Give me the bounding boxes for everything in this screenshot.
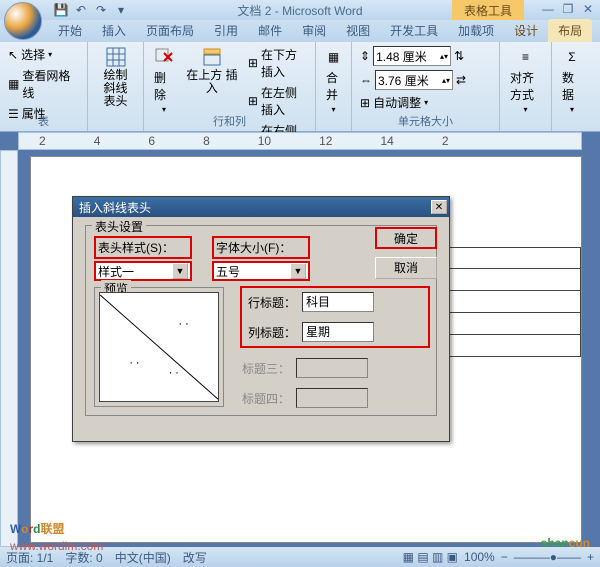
title4-input (296, 388, 368, 408)
group-table: ↖选择▾ ▦查看网格线 ☰属性 表 (0, 42, 88, 131)
group-merge: ▦ 合并▾ (316, 42, 352, 131)
tab-insert[interactable]: 插入 (92, 19, 136, 42)
svg-text:. .: . . (130, 353, 140, 367)
group-diagonal: 绘制 斜线表头 (88, 42, 144, 131)
watermark-url: www.wordlm.com (10, 539, 103, 553)
dropdown-icon[interactable]: ▼ (172, 263, 188, 279)
row-height-input[interactable]: 1.48 厘米▴▾ (373, 46, 451, 66)
dialog-close-button[interactable]: ✕ (431, 200, 447, 214)
table-icon (106, 47, 126, 67)
restore-button[interactable]: ❐ (560, 2, 576, 16)
autofit-button[interactable]: ⊞自动调整▾ (358, 93, 493, 112)
font-size-label: 字体大小(F)： (212, 236, 310, 259)
merge-icon: ▦ (324, 47, 344, 67)
dialog-titlebar[interactable]: 插入斜线表头 ✕ (73, 197, 449, 217)
dropdown-icon[interactable]: ▼ (290, 263, 306, 279)
delete-icon (154, 47, 174, 67)
header-style-combo[interactable]: 样式一▼ (94, 261, 192, 281)
group-alignment: ≡ 对齐方式▾ (500, 42, 552, 131)
height-icon: ⇕ (360, 49, 370, 63)
contextual-tab-label: 表格工具 (452, 0, 524, 20)
horizontal-ruler[interactable]: 24681012142 (18, 132, 582, 150)
title3-input (296, 358, 368, 378)
insert-diagonal-header-dialog: 插入斜线表头 ✕ 表头设置 表头样式(S)： 样式一▼ 字体大小(F)： 五号▼… (72, 196, 450, 442)
close-button[interactable]: ✕ (580, 2, 596, 16)
insert-below-button[interactable]: ⊞在下方插入 (246, 45, 309, 81)
undo-icon[interactable]: ↶ (72, 2, 90, 18)
merge-button[interactable]: ▦ 合并▾ (322, 45, 345, 116)
zoom-level[interactable]: 100% (464, 550, 495, 564)
cancel-button[interactable]: 取消 (375, 257, 437, 279)
window-controls: — ❐ ✕ (540, 2, 596, 16)
row-title-input[interactable]: 科目 (302, 292, 374, 312)
window-title: 文档 2 - Microsoft Word (237, 2, 362, 19)
draw-diagonal-header-button[interactable]: 绘制 斜线表头 (94, 45, 137, 110)
tab-view[interactable]: 视图 (336, 19, 380, 42)
tab-review[interactable]: 审阅 (292, 19, 336, 42)
view-buttons[interactable]: ▦ ▤ ▥ ▣ (403, 550, 458, 564)
distribute-cols-button[interactable]: ⇄ (456, 73, 466, 87)
watermark-logo: Word联盟 (10, 513, 64, 539)
preview-canvas: . . . . . . (99, 292, 219, 402)
quick-access-toolbar: 💾 ↶ ↷ ▾ (52, 2, 130, 18)
language-status[interactable]: 中文(中国) (115, 549, 171, 566)
insert-left-icon: ⊞ (248, 94, 258, 108)
col-width-input[interactable]: 3.76 厘米▴▾ (375, 70, 453, 90)
tab-home[interactable]: 开始 (48, 19, 92, 42)
svg-text:. .: . . (179, 313, 189, 327)
tab-page-layout[interactable]: 页面布局 (136, 19, 204, 42)
title-bar: 💾 ↶ ↷ ▾ 文档 2 - Microsoft Word 表格工具 — ❐ ✕ (0, 0, 600, 20)
data-icon: Σ (562, 47, 582, 67)
tab-mailings[interactable]: 邮件 (248, 19, 292, 42)
data-button[interactable]: Σ 数据▾ (558, 45, 586, 116)
cursor-icon: ↖ (8, 48, 18, 62)
zoom-out-button[interactable]: − (501, 550, 508, 564)
select-button[interactable]: ↖选择▾ (6, 45, 81, 64)
tab-references[interactable]: 引用 (204, 19, 248, 42)
group-label: 表 (0, 113, 87, 129)
overtype-status[interactable]: 改写 (183, 549, 207, 566)
qat-more-icon[interactable]: ▾ (112, 2, 130, 18)
minimize-button[interactable]: — (540, 2, 556, 16)
tab-design[interactable]: 设计 (504, 19, 548, 42)
title4-label: 标题四： (240, 390, 290, 407)
tab-addins[interactable]: 加载项 (448, 19, 504, 42)
ribbon: ↖选择▾ ▦查看网格线 ☰属性 表 绘制 斜线表头 删除▾ 在上方 插入 ⊞在下… (0, 42, 600, 132)
save-icon[interactable]: 💾 (52, 2, 70, 18)
dialog-title: 插入斜线表头 (79, 199, 151, 216)
autofit-icon: ⊞ (360, 96, 370, 110)
distribute-rows-button[interactable]: ⇅ (454, 49, 464, 63)
font-size-combo[interactable]: 五号▼ (212, 261, 310, 281)
header-style-label: 表头样式(S)： (94, 236, 192, 259)
tab-developer[interactable]: 开发工具 (380, 19, 448, 42)
ribbon-tabs: 开始 插入 页面布局 引用 邮件 审阅 视图 开发工具 加载项 设计 布局 (0, 20, 600, 42)
col-title-input[interactable]: 星期 (302, 322, 374, 342)
redo-icon[interactable]: ↷ (92, 2, 110, 18)
width-icon: ⇔ (360, 73, 372, 87)
tab-layout[interactable]: 布局 (548, 19, 592, 42)
fieldset-legend: 表头设置 (92, 218, 146, 235)
vertical-ruler[interactable] (0, 150, 18, 547)
watermark-shancun: shancun (541, 530, 590, 553)
row-title-label: 行标题： (246, 294, 296, 311)
group-cell-size: ⇕1.48 厘米▴▾⇅ ⇔3.76 厘米▴▾⇄ ⊞自动调整▾ 单元格大小 (352, 42, 500, 131)
alignment-button[interactable]: ≡ 对齐方式▾ (506, 45, 545, 116)
group-label: 单元格大小 (352, 113, 499, 129)
office-button[interactable] (4, 2, 42, 40)
svg-text:. .: . . (169, 363, 179, 377)
insert-above-icon (202, 47, 222, 67)
view-gridlines-button[interactable]: ▦查看网格线 (6, 66, 81, 102)
insert-below-icon: ⊞ (248, 56, 258, 70)
preview-fieldset: 预览 . .. .. . (94, 287, 224, 407)
align-icon: ≡ (516, 47, 536, 67)
col-title-label: 列标题： (246, 324, 296, 341)
group-rows-columns: 删除▾ 在上方 插入 ⊞在下方插入 ⊞在左侧插入 ⊞在右侧插入 行和列 (144, 42, 316, 131)
title3-label: 标题三： (240, 360, 290, 377)
grid-icon: ▦ (8, 77, 19, 91)
ok-button[interactable]: 确定 (375, 227, 437, 249)
group-data: Σ 数据▾ (552, 42, 592, 131)
group-label: 行和列 (144, 113, 315, 129)
